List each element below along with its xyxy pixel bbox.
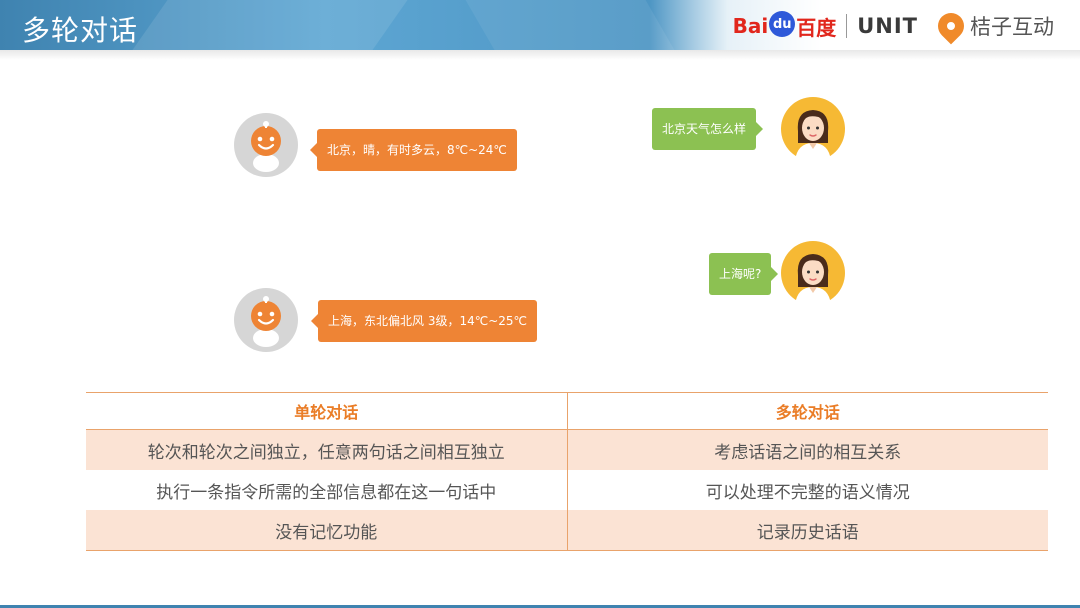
header-bar: 多轮对话 Bai du 百度 UNIT 桔子互动 — [0, 0, 1080, 50]
table-cell: 执行一条指令所需的全部信息都在这一句话中 — [86, 470, 568, 510]
table-cell: 记录历史话语 — [567, 510, 1048, 551]
baidu-paw-icon: du — [769, 11, 796, 37]
baidu-logo: Bai du 百度 — [732, 11, 837, 41]
juzi-logo: 桔子互动 — [932, 7, 1054, 45]
baidu-logo-text: Bai — [732, 14, 769, 38]
user-avatar-icon — [781, 97, 845, 161]
column-header-multi-turn: 多轮对话 — [567, 392, 1048, 430]
user-message-bubble: 北京天气怎么样 — [652, 108, 764, 150]
header-decoration — [132, 0, 408, 50]
bot-reply-bubble: 上海，东北偏北风 3级，14℃~25℃ — [311, 300, 537, 342]
column-header-single-turn: 单轮对话 — [86, 392, 568, 430]
header-shadow — [0, 50, 1080, 60]
table-cell: 轮次和轮次之间独立，任意两句话之间相互独立 — [86, 429, 568, 470]
user-message-bubble: 上海呢? — [709, 253, 779, 295]
table-row: 轮次和轮次之间独立，任意两句话之间相互独立 考虑话语之间的相互关系 — [86, 429, 1048, 470]
juzi-logo-text: 桔子互动 — [970, 15, 1054, 39]
table-cell: 可以处理不完整的语义情况 — [705, 482, 910, 503]
user-avatar-icon — [781, 241, 845, 305]
bot-reply-bubble: 北京，晴，有时多云，8℃~24℃ — [310, 129, 517, 171]
unit-logo: UNIT — [857, 14, 918, 38]
baidu-logo-text-cn: 百度 — [796, 15, 837, 40]
comparison-table: 单轮对话 多轮对话 轮次和轮次之间独立，任意两句话之间相互独立 考虑话语之间的相… — [86, 392, 1048, 551]
table-header-row: 单轮对话 多轮对话 — [86, 392, 1048, 430]
table-cell: 考虑话语之间的相互关系 — [567, 429, 1048, 470]
table-row: 没有记忆功能 记录历史话语 — [86, 510, 1048, 551]
header-decoration — [465, 0, 675, 50]
table-row: 执行一条指令所需的全部信息都在这一句话中 可以处理不完整的语义情况 — [86, 470, 1048, 510]
page-title: 多轮对话 — [22, 14, 139, 47]
logo-group: Bai du 百度 UNIT 桔子互动 — [732, 7, 1054, 45]
location-pin-icon — [932, 7, 970, 45]
robot-avatar-icon — [234, 113, 298, 177]
table-cell: 没有记忆功能 — [86, 510, 568, 551]
logo-divider — [846, 14, 848, 38]
robot-avatar-icon — [234, 288, 298, 352]
